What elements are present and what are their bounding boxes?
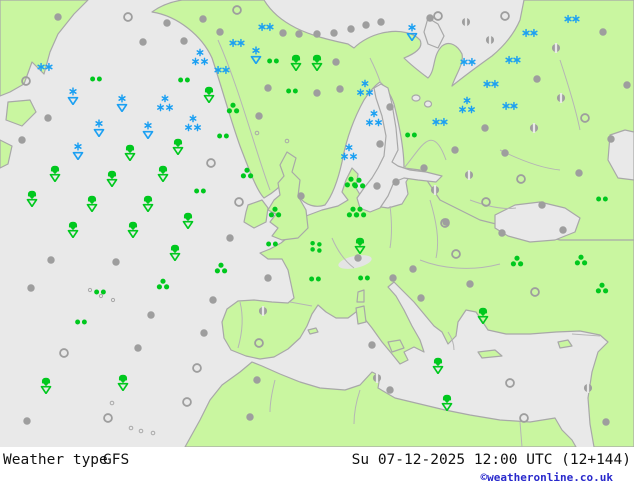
map-lake-onega xyxy=(423,100,433,108)
valid-datetime: Su 07-12-2025 12:00 UTC (12+144) xyxy=(351,452,631,468)
map-sardinia xyxy=(355,305,367,325)
copyright-link[interactable]: ©weatheronline.co.uk xyxy=(481,471,613,484)
weather-map-app: Weather type GFS Su 07-12-2025 12:00 UTC… xyxy=(0,0,634,490)
europe-weather-map xyxy=(0,0,634,447)
model-label: GFS xyxy=(103,452,130,468)
map-lake-ladoga xyxy=(411,94,421,102)
caption-bar: Weather type GFS Su 07-12-2025 12:00 UTC… xyxy=(0,447,634,490)
map-corsica xyxy=(356,289,365,303)
product-label: Weather type xyxy=(3,452,108,468)
